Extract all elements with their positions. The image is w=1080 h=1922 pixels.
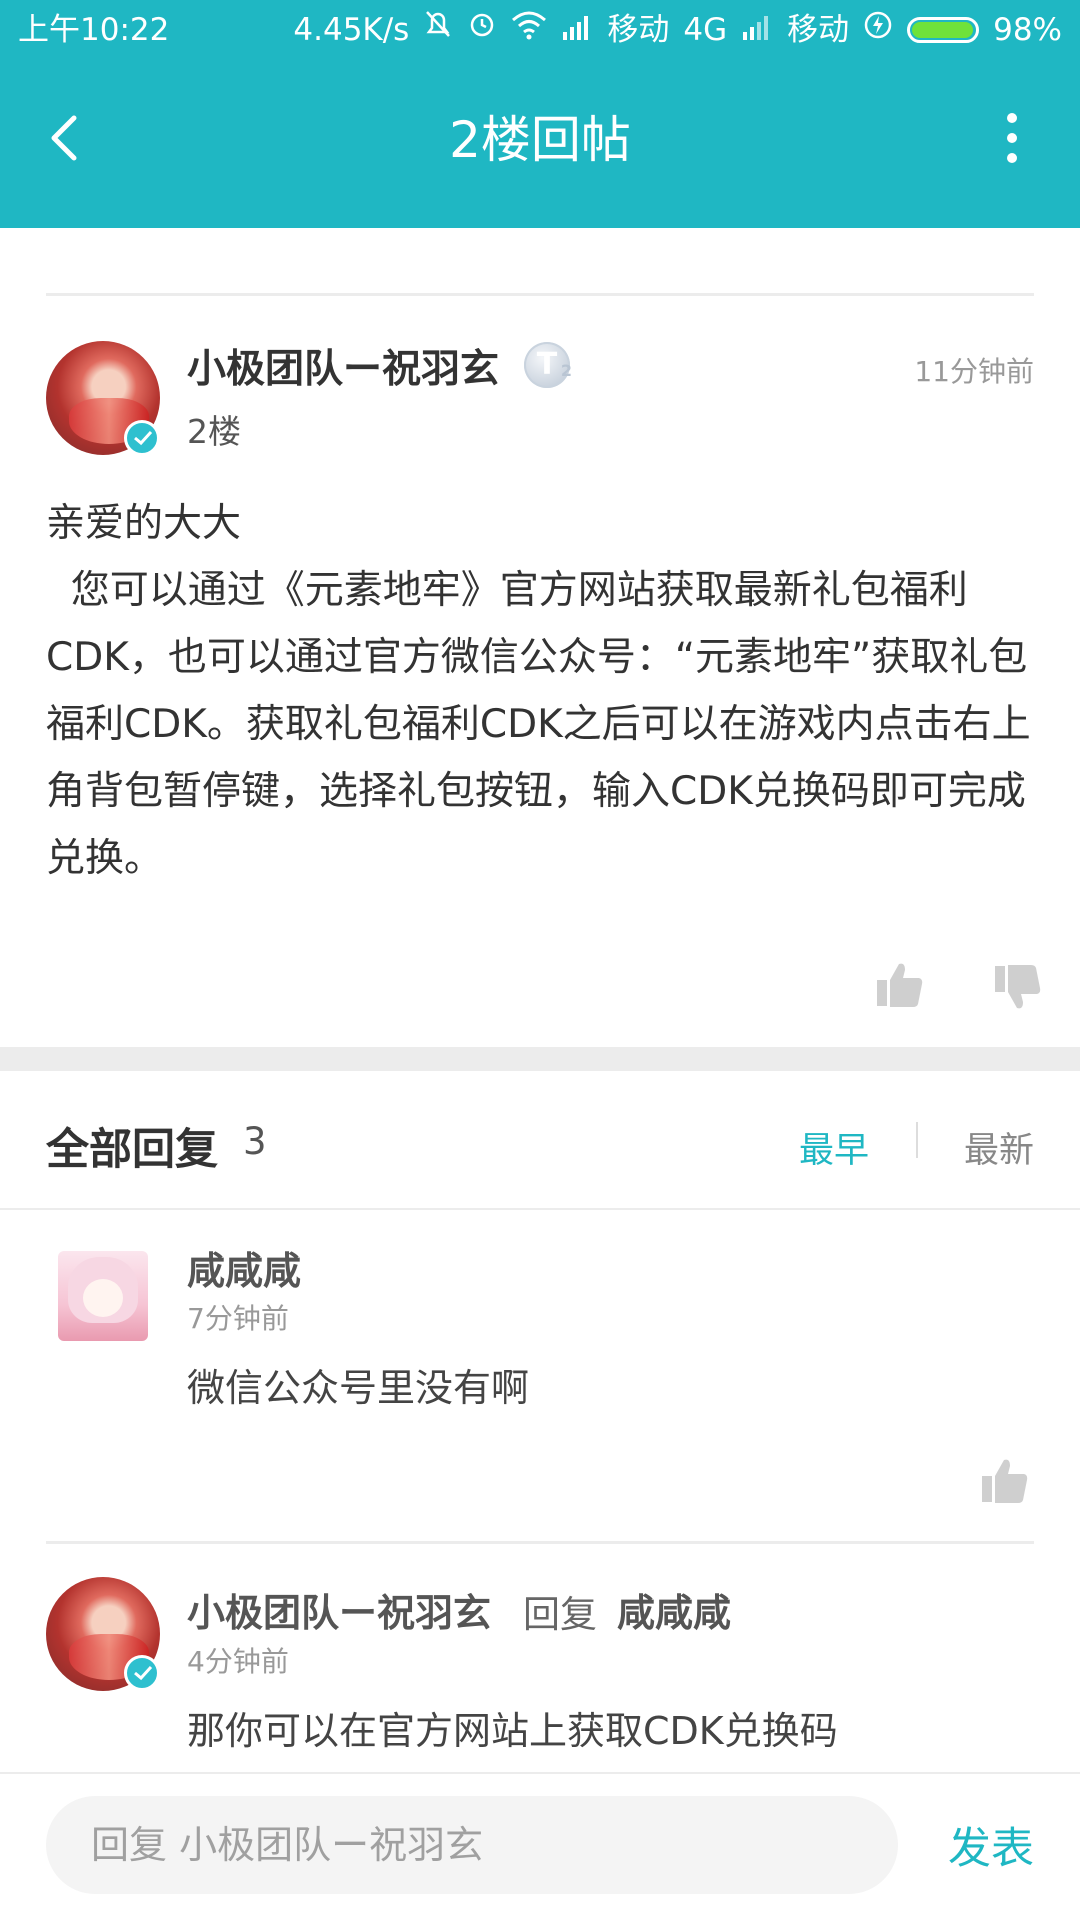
page-title: 2楼回帖: [449, 111, 631, 169]
more-vertical-icon: [1007, 113, 1017, 163]
carrier-1: 移动: [607, 12, 670, 48]
post-floor: 2楼: [187, 412, 241, 451]
network-speed: 4.45K/s: [293, 12, 410, 48]
send-button[interactable]: 发表: [948, 1814, 1034, 1876]
divider: [46, 1541, 1034, 1544]
sort-latest-tab[interactable]: 最新: [964, 1122, 1034, 1173]
reply-timestamp: 7分钟前: [187, 1302, 289, 1335]
wifi-icon: [511, 0, 547, 60]
section-separator: [0, 1047, 1080, 1071]
reply-author-name[interactable]: 小极团队ー祝羽玄: [187, 1582, 491, 1637]
thumbs-down-icon: [995, 965, 1041, 1009]
rank-badge-level: 2: [560, 361, 572, 380]
rank-badge-letter: T: [536, 347, 558, 382]
signal-icon-1: [561, 0, 593, 60]
top-header: 上午10:22 4.45K/s 移动 4G 移动 98% 2楼回帖: [0, 0, 1080, 228]
sort-earliest-tab[interactable]: 最早: [799, 1122, 869, 1173]
signal-icon-2: [741, 0, 773, 60]
reply-author-name[interactable]: 咸咸咸: [187, 1240, 301, 1295]
verified-icon: [124, 1655, 160, 1691]
reply-input[interactable]: [46, 1796, 898, 1894]
reply-avatar[interactable]: [58, 1251, 148, 1341]
reply-timestamp: 4分钟前: [187, 1645, 289, 1678]
status-indicators: 4.45K/s 移动 4G 移动 98%: [293, 0, 1062, 60]
reply-to-label: 回复: [523, 1593, 597, 1636]
reply-to-name[interactable]: 咸咸咸: [617, 1582, 731, 1637]
like-button[interactable]: [875, 960, 925, 1010]
thumbs-up-icon: [877, 963, 923, 1007]
rank-badge-icon: T2: [524, 342, 572, 388]
charging-icon: [863, 0, 893, 60]
post-timestamp: 11分钟前: [914, 355, 1034, 388]
alarm-icon: [467, 0, 497, 60]
status-time: 上午10:22: [18, 12, 170, 48]
carrier-2: 移动: [787, 12, 850, 48]
reply-like-button[interactable]: [980, 1456, 1030, 1506]
status-bar: 上午10:22 4.45K/s 移动 4G 移动 98%: [0, 0, 1080, 60]
reply-composer: 发表: [0, 1772, 1080, 1922]
battery-icon: [907, 17, 980, 43]
sort-divider: [916, 1122, 918, 1158]
replies-count: 3: [243, 1120, 267, 1163]
divider: [46, 293, 1034, 296]
post-content: 亲爱的大大 您可以通过《元素地牢》官方网站获取最新礼包福利CDK，也可以通过官方…: [46, 501, 1031, 881]
avatar-art-face: [83, 1279, 123, 1317]
network-type: 4G: [683, 12, 728, 48]
verified-icon: [124, 420, 160, 456]
reply-text: 那你可以在官方网站上获取CDK兑换码: [187, 1709, 838, 1753]
nav-bar: 2楼回帖: [0, 60, 1080, 228]
mute-bell-icon: [423, 0, 453, 60]
more-options-button[interactable]: [992, 108, 1032, 168]
reply-text: 微信公众号里没有啊: [187, 1366, 530, 1410]
divider: [0, 1208, 1080, 1210]
replies-title: 全部回复: [46, 1125, 218, 1175]
battery-percent: 98%: [993, 12, 1062, 48]
dislike-button[interactable]: [993, 962, 1043, 1012]
post-author-name[interactable]: 小极团队ー祝羽玄: [187, 338, 499, 394]
thumbs-up-icon: [982, 1459, 1028, 1503]
